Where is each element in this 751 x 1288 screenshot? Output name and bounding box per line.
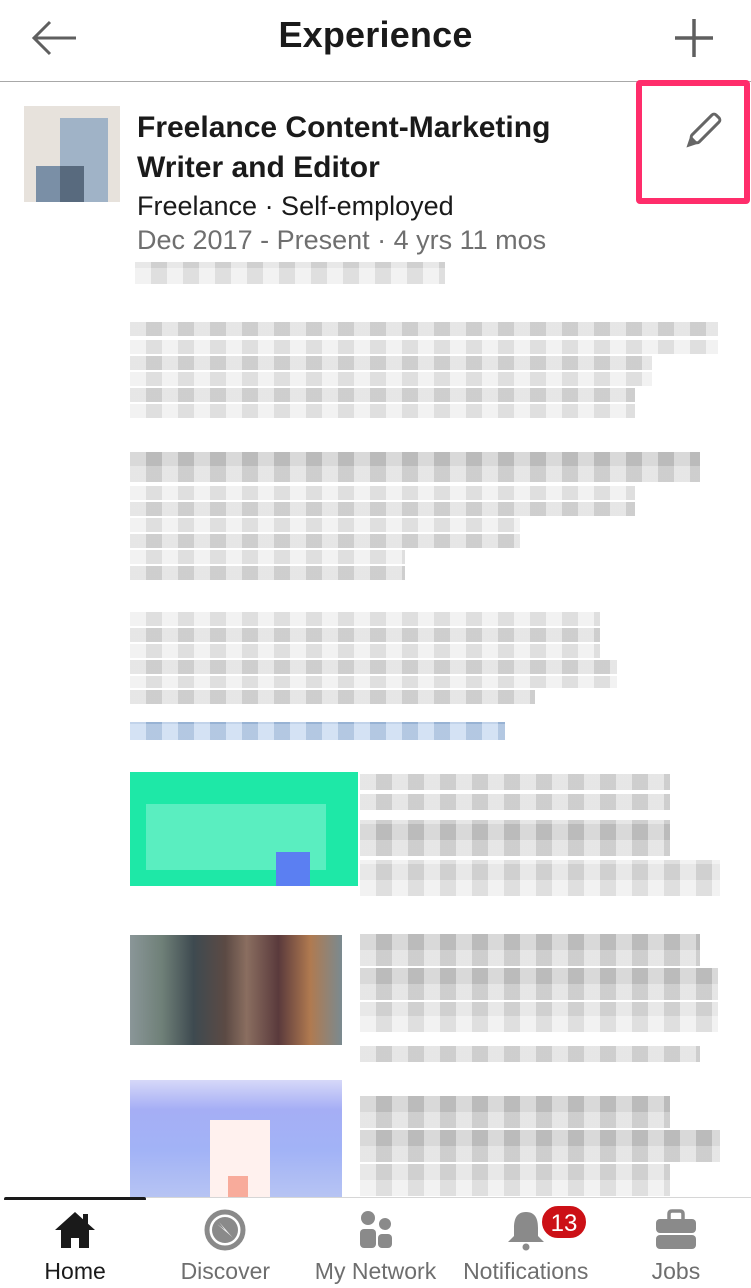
redacted-text-line [130, 690, 535, 704]
redacted-media-desc [360, 1164, 670, 1196]
tab-label: Home [44, 1258, 106, 1284]
redacted-text-line [130, 502, 635, 516]
redacted-text-line [130, 356, 652, 370]
add-experience-button[interactable] [672, 16, 716, 60]
media-thumbnail[interactable] [130, 935, 342, 1045]
redacted-text-line [130, 550, 405, 564]
job-title: Freelance Content-Marketing Writer and E… [137, 111, 551, 184]
dates-line: Dec 2017 - Present · 4 yrs 11 mos [137, 225, 547, 255]
company-line: Freelance · Self-employed [137, 191, 454, 221]
redacted-text-line [130, 388, 635, 402]
redacted-text-line [130, 644, 600, 658]
redacted-media-desc [360, 860, 720, 896]
compass-icon [204, 1209, 246, 1251]
tabbar-divider [146, 1197, 751, 1198]
media-thumbnail[interactable] [130, 772, 358, 886]
page-title: Experience [278, 14, 473, 55]
redacted-media-title [360, 1096, 670, 1128]
edit-button[interactable] [678, 108, 726, 156]
redacted-location [135, 262, 445, 284]
redacted-text-line [130, 660, 617, 674]
notification-count-badge: 13 [540, 1204, 588, 1240]
redacted-media-desc [360, 1046, 700, 1062]
redacted-media-desc [360, 1130, 720, 1162]
redacted-text-line [130, 340, 718, 354]
tab-my-network[interactable]: My Network [300, 1200, 450, 1288]
redacted-text-line [130, 628, 600, 642]
redacted-text-line [130, 676, 617, 688]
redacted-media-title [360, 774, 670, 790]
bottom-tab-bar: Home Discover My Network Notifications J… [0, 1200, 751, 1288]
tab-discover[interactable]: Discover [150, 1200, 300, 1288]
redacted-text-line [130, 404, 635, 418]
redacted-text-line [130, 518, 520, 532]
pencil-icon [686, 112, 722, 148]
briefcase-icon [655, 1209, 696, 1249]
redacted-text-line [130, 322, 718, 336]
people-icon [359, 1211, 392, 1248]
redacted-media-desc [360, 820, 670, 856]
tab-jobs[interactable]: Jobs [601, 1200, 751, 1288]
redacted-text-line [130, 534, 520, 548]
redacted-link[interactable] [130, 722, 505, 740]
redacted-text-line [130, 486, 635, 500]
tab-label: Jobs [651, 1258, 701, 1284]
tab-label: Discover [180, 1258, 271, 1284]
redacted-media-desc [360, 1002, 718, 1032]
company-logo [24, 106, 120, 202]
media-thumbnail[interactable] [130, 1080, 342, 1198]
tab-label: Notifications [463, 1258, 589, 1284]
top-nav-bar: Experience [0, 0, 751, 82]
tab-label: My Network [314, 1258, 437, 1284]
redacted-media-title [360, 934, 700, 966]
redacted-text-line [130, 372, 652, 386]
home-icon [55, 1212, 96, 1248]
redacted-text-line [130, 566, 405, 580]
redacted-text-line [130, 452, 700, 482]
tab-home[interactable]: Home [0, 1200, 150, 1288]
redacted-media-title [360, 794, 670, 810]
redacted-text-line [130, 612, 600, 626]
redacted-media-desc [360, 968, 718, 1000]
plus-icon [675, 19, 713, 57]
